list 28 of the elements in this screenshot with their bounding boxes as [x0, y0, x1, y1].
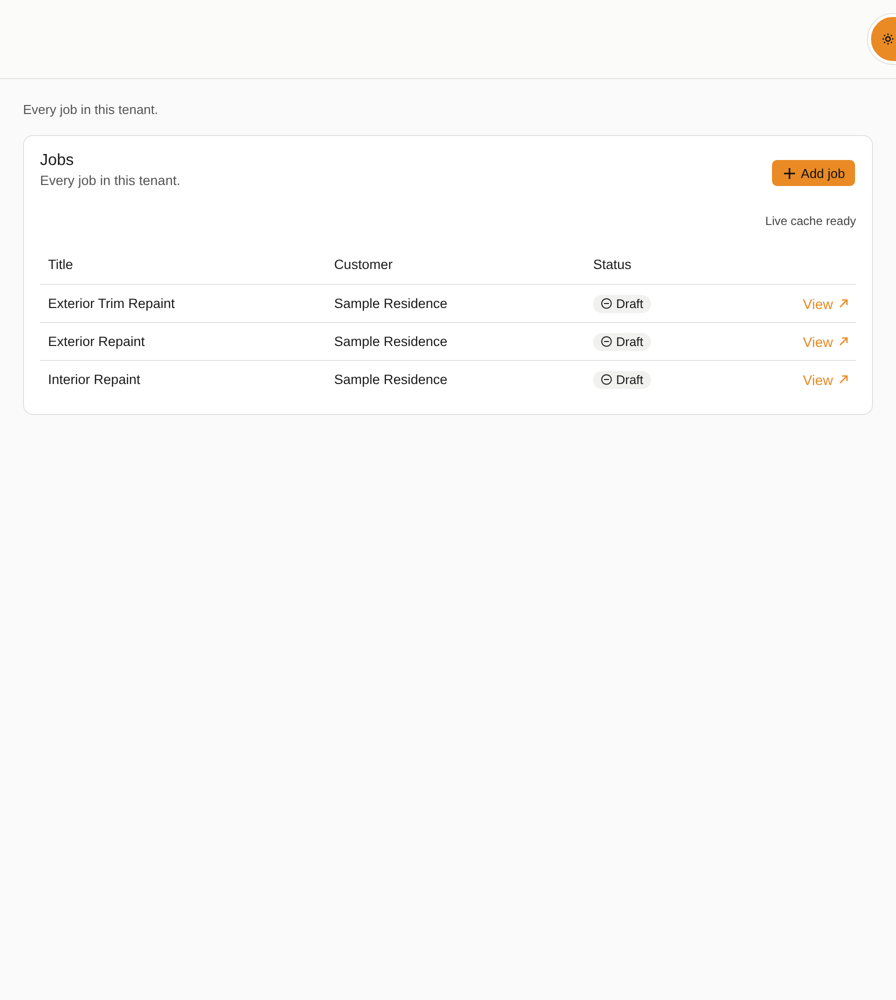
- status-badge: Draft: [593, 370, 652, 388]
- minus-circle-icon: [601, 336, 612, 347]
- column-header: Title: [48, 256, 74, 272]
- arrow-up-right-icon: [839, 375, 848, 384]
- sun-icon: [882, 33, 894, 45]
- add-job-button[interactable]: Add job: [772, 160, 855, 186]
- view-link[interactable]: View: [802, 296, 848, 312]
- status-badge: Draft: [593, 332, 652, 350]
- page-subtitle: Every job in this tenant.: [23, 102, 158, 117]
- minus-circle-icon: [601, 374, 612, 385]
- minus-circle-icon: [601, 298, 612, 309]
- arrow-up-right-icon: [839, 337, 848, 346]
- column-header: Customer: [334, 256, 393, 272]
- column-header: Status: [593, 256, 632, 272]
- table-cell: Sample Residence: [334, 372, 448, 387]
- card-subtitle: Every job in this tenant.: [40, 173, 180, 188]
- table-cell: Sample Residence: [334, 296, 448, 311]
- table-cell: Interior Repaint: [48, 372, 140, 387]
- view-link[interactable]: View: [802, 334, 848, 350]
- table-cell: Exterior Trim Repaint: [48, 296, 175, 311]
- arrow-up-right-icon: [839, 299, 848, 308]
- table-cell: Sample Residence: [334, 334, 448, 349]
- view-link[interactable]: View: [802, 372, 848, 388]
- table-cell: Exterior Repaint: [48, 334, 145, 349]
- plus-icon: [784, 168, 795, 178]
- cache-status: Live cache ready: [765, 214, 856, 228]
- card-title: Jobs: [40, 152, 74, 170]
- status-badge: Draft: [593, 294, 652, 312]
